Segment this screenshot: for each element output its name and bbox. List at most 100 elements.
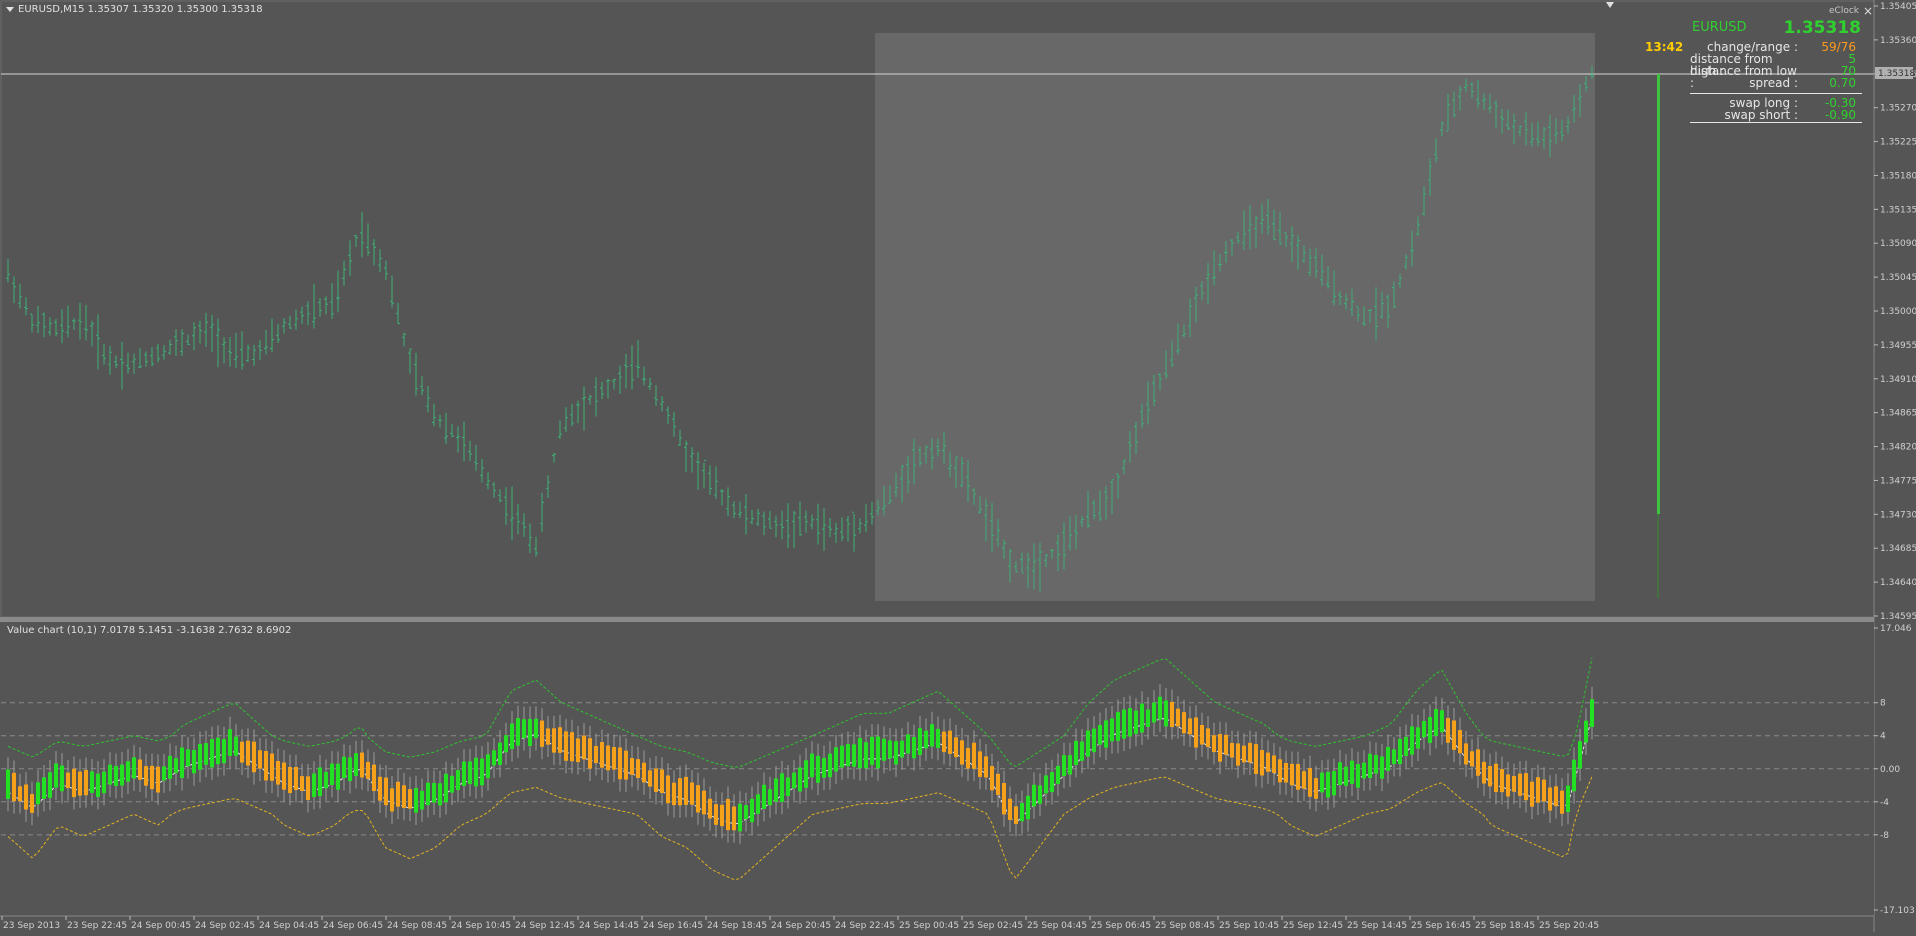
indicator-bar xyxy=(1098,724,1102,745)
indicator-bar xyxy=(336,763,340,790)
time-tick-label: 25 Sep 18:45 xyxy=(1475,921,1535,931)
indicator-bar xyxy=(810,753,814,778)
indicator-bar xyxy=(1140,703,1144,733)
indicator-bar xyxy=(672,782,676,806)
pane-separator[interactable] xyxy=(0,617,1874,622)
price-tick-label: 1.35000 xyxy=(1880,307,1916,317)
chart-menu-icon[interactable] xyxy=(6,6,14,12)
indicator-bar xyxy=(1194,717,1198,748)
indicator-bar xyxy=(270,753,274,781)
indicator-bar xyxy=(1344,766,1348,786)
indicator-bar xyxy=(510,723,514,750)
indicator-bar xyxy=(258,750,262,769)
indicator-bar xyxy=(102,771,106,794)
indicator-bar xyxy=(774,778,778,802)
indicator-bar xyxy=(762,784,766,809)
time-tick-label: 24 Sep 10:45 xyxy=(451,921,511,931)
indicator-bar xyxy=(96,773,100,797)
indicator-bar xyxy=(1422,721,1426,738)
indicator-bar xyxy=(1524,773,1528,801)
indicator-bar xyxy=(1056,765,1060,784)
indicator-bar xyxy=(1578,741,1582,769)
indicator-bar xyxy=(1500,769,1504,793)
indicator-bar xyxy=(912,736,916,759)
indicator-bar xyxy=(246,740,250,766)
indicator-bar xyxy=(288,766,292,794)
indicator-bar xyxy=(492,750,496,766)
indicator-bar xyxy=(228,729,232,756)
indicator-bar xyxy=(612,747,616,770)
price-tick-label: 1.34595 xyxy=(1880,612,1916,622)
time-axis[interactable]: 23 Sep 2013 23 Sep 22:45 24 Sep 00:45 24 Se… xyxy=(1,916,1599,931)
time-tick-label: 25 Sep 16:45 xyxy=(1411,921,1471,931)
indicator-bar xyxy=(216,737,220,765)
panel-divider xyxy=(1690,122,1862,123)
indicator-bar xyxy=(894,741,898,765)
indicator-bar xyxy=(1122,709,1126,739)
indicator-bar xyxy=(1542,779,1546,802)
price-tick-label: 1.35360 xyxy=(1880,36,1916,46)
indicator-bar xyxy=(654,768,658,792)
indicator-bar xyxy=(1164,700,1168,727)
indicator-bar xyxy=(570,732,574,762)
time-tick-label: 25 Sep 06:45 xyxy=(1091,921,1151,931)
indicator-bar xyxy=(1428,717,1432,743)
indicator-bar xyxy=(1188,718,1192,735)
indicator-bar xyxy=(630,758,634,775)
indicator-bar xyxy=(1536,777,1540,803)
indicator-bar xyxy=(1074,740,1078,766)
indicator-bar xyxy=(732,806,736,831)
indicator-bar xyxy=(324,771,328,789)
indicator-bar xyxy=(396,781,400,807)
indicator-bar xyxy=(906,734,910,754)
indicator-bar xyxy=(828,753,832,778)
indicator-bar xyxy=(1020,802,1024,822)
indicator-bar xyxy=(90,771,94,793)
indicator-bar xyxy=(642,762,646,783)
indicator-bar xyxy=(516,718,520,746)
indicator-bar xyxy=(564,731,568,761)
indicator-bar xyxy=(846,744,850,767)
price-tick-label: 1.34910 xyxy=(1880,375,1916,385)
indicator-bar xyxy=(1068,755,1072,775)
indicator-bar xyxy=(1134,710,1138,734)
indicator-bar xyxy=(1452,720,1456,750)
indicator-bar xyxy=(1260,750,1264,776)
eclock-brand: eClock xyxy=(1829,6,1859,16)
indicator-bar xyxy=(528,718,532,746)
indicator-bar xyxy=(162,766,166,781)
indicator-tick-label: 0.00 xyxy=(1880,765,1900,775)
indicator-bar xyxy=(768,789,772,806)
indicator-bar xyxy=(366,761,370,779)
indicator-bar xyxy=(1170,701,1174,728)
indicator-bar xyxy=(1410,726,1414,755)
indicator-bar xyxy=(372,764,376,792)
indicator-bar xyxy=(1248,742,1252,763)
indicator-bar xyxy=(282,762,286,790)
price-axis[interactable]: 1.354051.353601.353151.352701.352251.351… xyxy=(1874,2,1916,622)
time-tick-label: 24 Sep 14:45 xyxy=(579,921,639,931)
indicator-bar xyxy=(966,747,970,769)
price-tick-label: 1.34730 xyxy=(1880,510,1916,520)
indicator-bar xyxy=(648,770,652,787)
indicator-bar xyxy=(72,768,76,798)
indicator-bar xyxy=(1158,696,1162,720)
indicator-bar xyxy=(978,751,982,777)
chart-canvas[interactable]: 1.354051.353601.353151.352701.352251.351… xyxy=(0,0,1916,932)
indicator-bar xyxy=(822,757,826,778)
indicator-bar xyxy=(1110,718,1114,742)
indicator-bar xyxy=(192,749,196,774)
indicator-bar xyxy=(300,776,304,791)
time-tick-label: 24 Sep 06:45 xyxy=(323,921,383,931)
indicator-bar xyxy=(714,804,718,825)
indicator-bar xyxy=(498,742,502,765)
indicator-bar xyxy=(876,736,880,769)
indicator-bar xyxy=(1434,708,1438,737)
close-icon[interactable]: × xyxy=(1863,4,1873,18)
indicator-bar xyxy=(1296,763,1300,790)
indicator-bar xyxy=(174,758,178,773)
time-tick-label: 23 Sep 2013 xyxy=(3,921,60,931)
indicator-bar xyxy=(540,720,544,747)
indicator-bar xyxy=(1314,778,1318,799)
time-tick-label: 25 Sep 12:45 xyxy=(1283,921,1343,931)
